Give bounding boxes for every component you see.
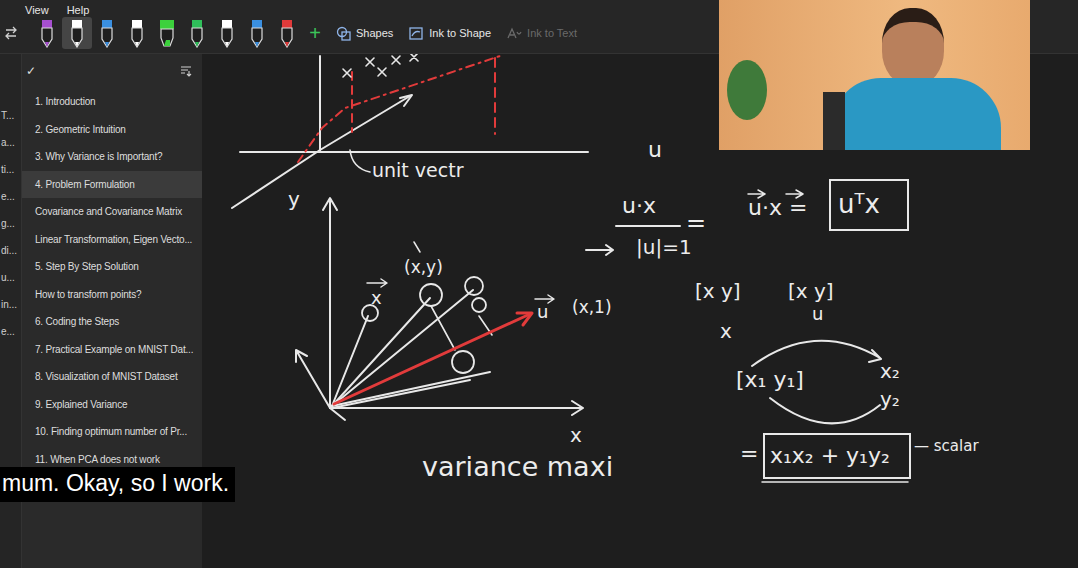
- pen-button[interactable]: [212, 17, 242, 49]
- ink-to-text-icon: [507, 26, 522, 41]
- notebook-item[interactable]: e...: [0, 191, 21, 205]
- pen-button[interactable]: [122, 17, 152, 49]
- ink-label: u: [537, 302, 548, 322]
- pen-button[interactable]: [182, 17, 212, 49]
- page-item[interactable]: Covariance and Covariance Matrix: [22, 198, 202, 226]
- pen-button[interactable]: [62, 17, 92, 49]
- ink-label: y₂: [880, 388, 900, 410]
- page-item[interactable]: 10. Finding optimum number of Pr...: [22, 418, 202, 446]
- tool-button[interactable]: Ink to Shape: [401, 26, 499, 41]
- ink-label: — scalar: [914, 438, 979, 455]
- pen-icon: [218, 18, 236, 48]
- tool-button[interactable]: Shapes: [328, 26, 401, 41]
- chair: [823, 92, 845, 150]
- ink-label: =: [740, 442, 758, 466]
- page-item[interactable]: 6. Coding the Steps: [22, 308, 202, 336]
- pen-icon: [278, 18, 296, 48]
- shapes-icon: [336, 26, 351, 41]
- pen-button[interactable]: [32, 17, 62, 49]
- ink-label: variance maxi: [422, 452, 613, 482]
- ink-label: x: [371, 288, 382, 308]
- pen-button[interactable]: [152, 17, 182, 49]
- ink-label: (x,1): [572, 298, 612, 317]
- tool-button[interactable]: Ink to Text: [499, 26, 585, 41]
- notebook-item[interactable]: u...: [0, 272, 21, 286]
- page-item[interactable]: 8. Visualization of MNIST Dataset: [22, 363, 202, 391]
- notebook-item[interactable]: g...: [0, 218, 21, 232]
- ink-label: [x y]: [788, 280, 834, 302]
- page-item[interactable]: 7. Practical Example on MNIST Dat...: [22, 336, 202, 364]
- page-item[interactable]: Linear Transformation, Eigen Vecto...: [22, 226, 202, 254]
- page-item[interactable]: 2. Geometric Intuition: [22, 116, 202, 144]
- ink-label: unit vectr: [372, 160, 464, 181]
- person-head: [882, 8, 944, 86]
- subtitle-caption: mum. Okay, so I work.: [0, 467, 235, 502]
- page-item[interactable]: 4. Problem Formulation: [22, 171, 202, 199]
- person-shirt: [831, 78, 1001, 150]
- ink-label: x: [720, 320, 732, 342]
- pen-icon: [128, 18, 146, 48]
- notebook-item[interactable]: in...: [0, 299, 21, 313]
- notebook-item[interactable]: di...: [0, 245, 21, 259]
- pen-icon: [68, 18, 86, 48]
- ink-label: u: [648, 138, 662, 162]
- page-item[interactable]: 5. Step By Step Solution: [22, 253, 202, 281]
- notebook-item[interactable]: ti...: [0, 164, 21, 178]
- ink-label: u: [812, 304, 823, 324]
- collapse-toggle[interactable]: ✓: [26, 64, 36, 78]
- ink-to-shape-icon: [409, 26, 424, 41]
- ink-label: (x,y): [404, 258, 443, 277]
- ink-label: [x y]: [695, 280, 741, 302]
- pen-icon: [158, 18, 176, 48]
- menu-item[interactable]: Help: [67, 4, 90, 16]
- sort-icon[interactable]: [180, 65, 192, 77]
- ink-label: u·x: [622, 194, 656, 218]
- ink-label: |u|=1: [636, 236, 692, 258]
- pen-button[interactable]: [242, 17, 272, 49]
- page-item[interactable]: 3. Why Variance is Important?: [22, 143, 202, 171]
- pen-button[interactable]: [92, 17, 122, 49]
- page-item[interactable]: 1. Introduction: [22, 88, 202, 116]
- pen-icon: [98, 18, 116, 48]
- ink-label: =: [686, 210, 706, 236]
- ink-label: x: [570, 424, 582, 446]
- ink-label: x₁x₂ + y₁y₂: [770, 444, 890, 468]
- ink-label: x₂: [880, 360, 900, 382]
- ink-label: y: [288, 188, 300, 210]
- pen-icon: [38, 18, 56, 48]
- ink-label: [x₁ y₁]: [736, 368, 804, 392]
- webcam-video: [719, 0, 1030, 150]
- page-list-header: ✓: [22, 54, 202, 88]
- notebook-item[interactable]: T...: [0, 110, 21, 124]
- swap-icon[interactable]: [4, 26, 18, 40]
- pen-icon: [188, 18, 206, 48]
- notebook-item[interactable]: a...: [0, 137, 21, 151]
- pen-button[interactable]: [272, 17, 302, 49]
- add-pen-button[interactable]: +: [302, 22, 328, 45]
- page-item[interactable]: How to transform points?: [22, 281, 202, 309]
- pen-icon: [248, 18, 266, 48]
- page-item[interactable]: 9. Explained Variance: [22, 391, 202, 419]
- menu-item[interactable]: View: [25, 4, 49, 16]
- ink-label: uᵀx: [838, 190, 880, 219]
- ink-label: u·x =: [748, 196, 807, 220]
- plant: [727, 60, 767, 120]
- notebook-item[interactable]: e...: [0, 326, 21, 340]
